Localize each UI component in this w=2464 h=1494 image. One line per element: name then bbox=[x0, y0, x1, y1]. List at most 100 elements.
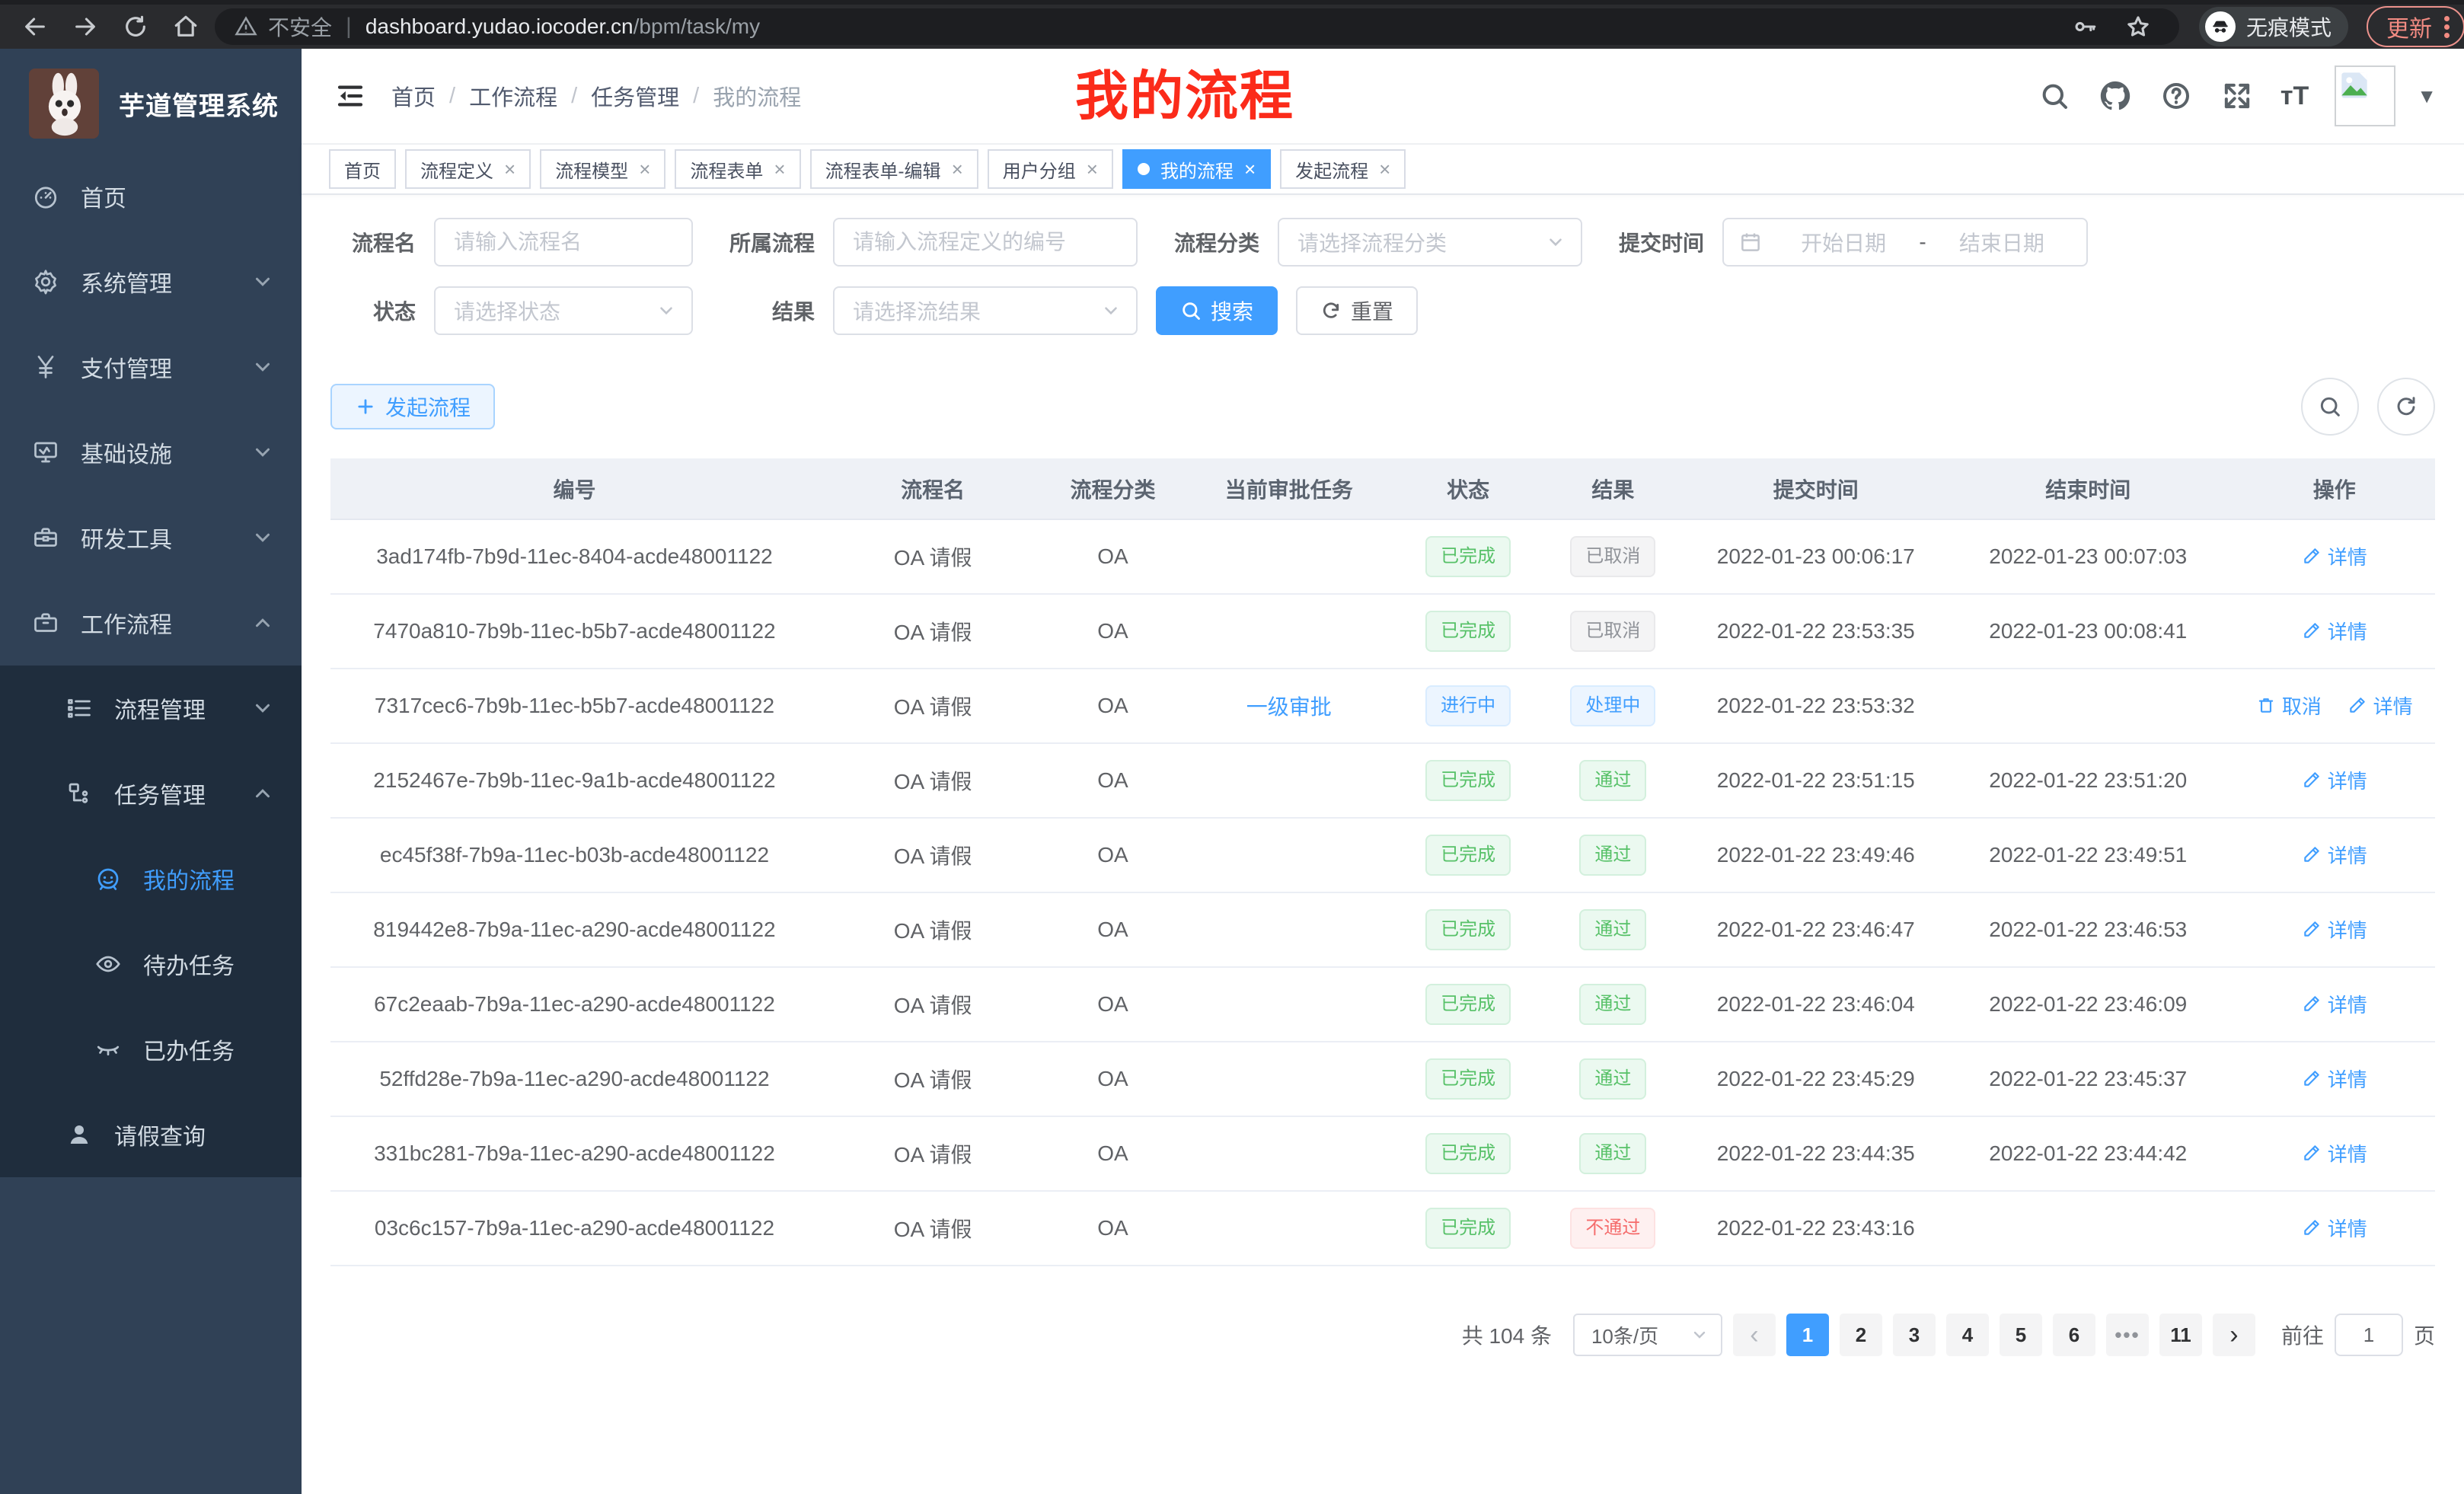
sidebar-item-task-mgmt[interactable]: 任务管理 bbox=[0, 751, 302, 836]
result-select[interactable]: 请选择流结果 bbox=[833, 286, 1138, 335]
security-warning-icon[interactable] bbox=[235, 15, 257, 38]
detail-link[interactable]: 详情 bbox=[2302, 841, 2367, 869]
detail-link[interactable]: 详情 bbox=[2302, 766, 2367, 794]
goto-page-input[interactable] bbox=[2335, 1314, 2403, 1356]
search-icon bbox=[1180, 300, 1202, 321]
browser-forward-icon[interactable] bbox=[64, 10, 107, 43]
toggle-search-button[interactable] bbox=[2301, 378, 2359, 436]
browser-reload-icon[interactable] bbox=[114, 10, 157, 43]
process-category-select[interactable]: 请选择流程分类 bbox=[1278, 218, 1582, 267]
detail-link[interactable]: 详情 bbox=[2302, 915, 2367, 943]
avatar[interactable] bbox=[2335, 65, 2395, 126]
detail-link[interactable]: 详情 bbox=[2302, 1139, 2367, 1167]
status-select[interactable]: 请选择状态 bbox=[434, 286, 693, 335]
close-icon[interactable]: × bbox=[1244, 159, 1256, 179]
tab-home[interactable]: 首页 bbox=[329, 149, 396, 189]
process-table: 编号 流程名 流程分类 当前审批任务 状态 结果 提交时间 结束时间 操作 3a… bbox=[330, 458, 2435, 1266]
sidebar-item-done-task[interactable]: 已办任务 bbox=[0, 1007, 302, 1092]
breadcrumb-task-mgmt[interactable]: 任务管理 bbox=[591, 80, 679, 112]
sidebar-item-home[interactable]: 首页 bbox=[0, 154, 302, 239]
tab-process-model[interactable]: 流程模型× bbox=[540, 149, 665, 189]
sidebar: 芋道管理系统 首页 系统管理 支付管理 基础设施 bbox=[0, 49, 302, 1494]
start-process-button[interactable]: 发起流程 bbox=[330, 384, 495, 429]
close-icon[interactable]: × bbox=[504, 159, 515, 179]
page-button-6[interactable]: 6 bbox=[2053, 1314, 2095, 1356]
detail-link[interactable]: 详情 bbox=[2302, 990, 2367, 1018]
sidebar-item-infra[interactable]: 基础设施 bbox=[0, 410, 302, 495]
url-text[interactable]: dashboard.yudao.iocoder.cn/bpm/task/my bbox=[365, 14, 760, 39]
tab-my-process[interactable]: 我的流程× bbox=[1122, 149, 1271, 189]
process-name-label: 流程名 bbox=[330, 227, 416, 257]
tab-process-form-edit[interactable]: 流程表单-编辑× bbox=[810, 149, 978, 189]
tab-process-form[interactable]: 流程表单× bbox=[675, 149, 800, 189]
start-date-placeholder[interactable]: 开始日期 bbox=[1774, 227, 1913, 257]
close-icon[interactable]: × bbox=[1087, 159, 1098, 179]
sidebar-item-system[interactable]: 系统管理 bbox=[0, 239, 302, 324]
github-icon[interactable] bbox=[2098, 78, 2133, 113]
page-size-select[interactable]: 10条/页 bbox=[1573, 1314, 1722, 1356]
table-row: 819442e8-7b9a-11ec-a290-acde48001122 OA … bbox=[330, 892, 2435, 967]
process-definition-input[interactable] bbox=[853, 230, 1118, 254]
detail-link[interactable]: 详情 bbox=[2348, 691, 2413, 720]
tab-start-process[interactable]: 发起流程× bbox=[1280, 149, 1406, 189]
sidebar-item-dev[interactable]: 研发工具 bbox=[0, 495, 302, 580]
browser-back-icon[interactable] bbox=[14, 10, 56, 43]
reset-button[interactable]: 重置 bbox=[1296, 286, 1418, 335]
app-logo[interactable]: 芋道管理系统 bbox=[0, 49, 302, 154]
browser-menu-icon[interactable] bbox=[2444, 13, 2450, 41]
security-label[interactable]: 不安全 bbox=[268, 11, 332, 42]
breadcrumb-separator: / bbox=[693, 84, 699, 109]
close-icon[interactable]: × bbox=[639, 159, 650, 179]
detail-link[interactable]: 详情 bbox=[2302, 542, 2367, 570]
close-icon[interactable]: × bbox=[1379, 159, 1390, 179]
font-size-icon[interactable]: ᴛT bbox=[2280, 81, 2309, 111]
sidebar-item-leave-query[interactable]: 请假查询 bbox=[0, 1092, 302, 1177]
detail-link[interactable]: 详情 bbox=[2302, 1214, 2367, 1242]
browser-update-button[interactable]: 更新 bbox=[2367, 6, 2464, 47]
detail-link[interactable]: 详情 bbox=[2302, 617, 2367, 645]
browser-home-icon[interactable] bbox=[164, 10, 207, 43]
tab-user-group[interactable]: 用户分组× bbox=[988, 149, 1113, 189]
submit-time-range-picker[interactable]: 开始日期 - 结束日期 bbox=[1722, 218, 2088, 267]
update-label: 更新 bbox=[2386, 10, 2432, 43]
bookmark-star-icon[interactable] bbox=[2117, 10, 2159, 43]
tab-process-definition[interactable]: 流程定义× bbox=[405, 149, 531, 189]
password-key-icon[interactable] bbox=[2063, 10, 2106, 43]
edit-icon bbox=[2302, 621, 2322, 640]
fullscreen-icon[interactable] bbox=[2220, 78, 2255, 113]
sidebar-item-my-process[interactable]: 我的流程 bbox=[0, 836, 302, 921]
next-page-button[interactable]: › bbox=[2213, 1314, 2255, 1356]
current-task-link[interactable]: 一级审批 bbox=[1246, 691, 1332, 721]
col-name: 流程名 bbox=[819, 458, 1047, 519]
sidebar-item-todo-task[interactable]: 待办任务 bbox=[0, 921, 302, 1007]
caret-down-icon[interactable]: ▼ bbox=[2417, 85, 2437, 108]
more-pages-button[interactable]: ••• bbox=[2106, 1314, 2149, 1356]
sidebar-item-pay[interactable]: 支付管理 bbox=[0, 324, 302, 410]
sidebar-item-process-mgmt[interactable]: 流程管理 bbox=[0, 666, 302, 751]
breadcrumb-workflow[interactable]: 工作流程 bbox=[469, 80, 557, 112]
help-icon[interactable] bbox=[2159, 78, 2194, 113]
page-button-5[interactable]: 5 bbox=[2000, 1314, 2042, 1356]
breadcrumb-home[interactable]: 首页 bbox=[391, 80, 436, 112]
close-icon[interactable]: × bbox=[952, 159, 963, 179]
page-button-4[interactable]: 4 bbox=[1946, 1314, 1989, 1356]
address-bar[interactable]: 不安全 | dashboard.yudao.iocoder.cn/bpm/tas… bbox=[215, 8, 2179, 45]
chevron-down-icon bbox=[251, 270, 274, 293]
page-button-2[interactable]: 2 bbox=[1840, 1314, 1882, 1356]
search-button[interactable]: 搜索 bbox=[1156, 286, 1278, 335]
broken-image-icon bbox=[2339, 70, 2370, 101]
page-button-3[interactable]: 3 bbox=[1893, 1314, 1936, 1356]
page-button-1[interactable]: 1 bbox=[1786, 1314, 1829, 1356]
sidebar-fold-icon[interactable] bbox=[329, 75, 372, 117]
process-name-input[interactable] bbox=[454, 230, 673, 254]
edit-icon bbox=[2302, 1068, 2322, 1088]
end-date-placeholder[interactable]: 结束日期 bbox=[1933, 227, 2071, 257]
cancel-link[interactable]: 取消 bbox=[2256, 691, 2322, 720]
search-icon[interactable] bbox=[2037, 78, 2072, 113]
close-icon[interactable]: × bbox=[774, 159, 785, 179]
sidebar-item-workflow[interactable]: 工作流程 bbox=[0, 580, 302, 666]
page-button-11[interactable]: 11 bbox=[2159, 1314, 2202, 1356]
detail-link[interactable]: 详情 bbox=[2302, 1065, 2367, 1093]
prev-page-button[interactable]: ‹ bbox=[1733, 1314, 1776, 1356]
refresh-table-button[interactable] bbox=[2377, 378, 2435, 436]
